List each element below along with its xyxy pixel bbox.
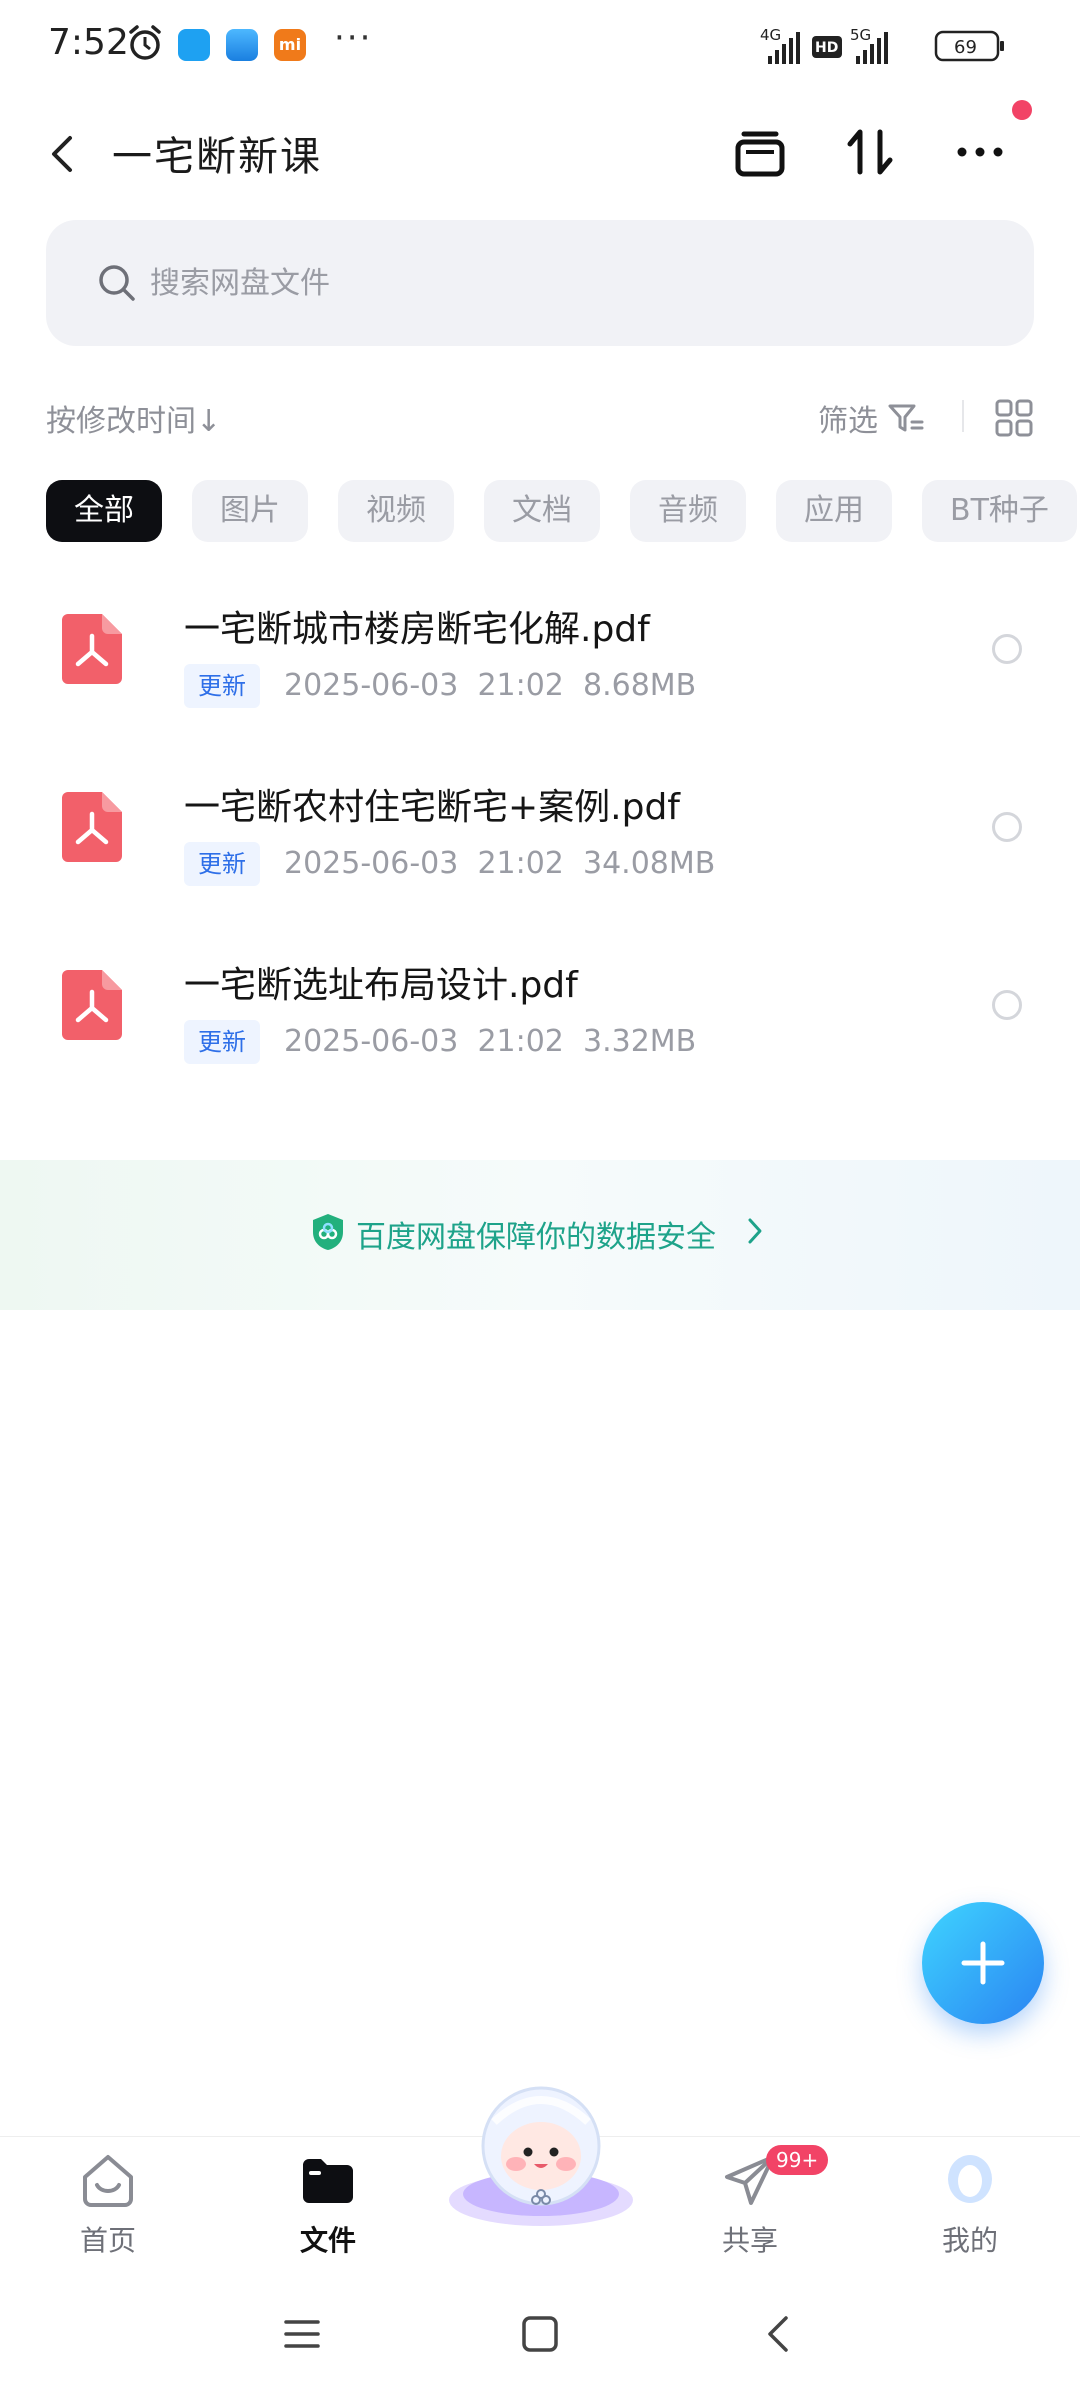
chip-documents[interactable]: 文档 xyxy=(484,480,600,542)
status-bar: 7:52 mi ··· 4G HD 5G 69 xyxy=(0,0,1080,92)
pdf-file-icon xyxy=(62,970,122,1040)
hd-label: HD xyxy=(815,40,838,56)
top-app-bar: 一宅断新课 xyxy=(0,92,1080,216)
folder-icon xyxy=(303,2159,353,2203)
grid-view-icon[interactable] xyxy=(994,398,1034,438)
chip-images[interactable]: 图片 xyxy=(192,480,308,542)
pdf-file-icon xyxy=(62,614,122,684)
chip-bt-seeds[interactable]: BT种子 xyxy=(922,480,1077,542)
chip-videos[interactable]: 视频 xyxy=(338,480,454,542)
update-badge: 更新 xyxy=(184,664,260,708)
file-list-item[interactable]: 一宅断农村住宅断宅+案例.pdf 更新 2025-06-03 21:02 34.… xyxy=(0,750,1080,928)
chip-audio[interactable]: 音频 xyxy=(630,480,746,542)
security-banner[interactable]: 百度网盘保障你的数据安全 xyxy=(0,1160,1080,1310)
search-icon xyxy=(99,265,135,301)
chip-apps[interactable]: 应用 xyxy=(776,480,892,542)
update-badge: 更新 xyxy=(184,842,260,886)
filter-icon[interactable] xyxy=(886,398,926,438)
status-time: 7:52 xyxy=(48,22,129,63)
file-list-item[interactable]: 一宅断选址布局设计.pdf 更新 2025-06-03 21:02 3.32MB xyxy=(0,928,1080,1106)
select-radio[interactable] xyxy=(992,812,1022,842)
home-icon xyxy=(83,2155,133,2207)
file-size: 34.08MB xyxy=(582,846,716,881)
notification-weather-icon xyxy=(226,29,258,61)
share-count-badge: 99+ xyxy=(766,2145,829,2175)
chevron-right-icon xyxy=(748,1218,762,1244)
category-filter-chips: 全部 图片 视频 文档 音频 应用 BT种子 xyxy=(46,480,1080,546)
back-triangle-icon[interactable] xyxy=(756,2312,800,2356)
select-radio[interactable] xyxy=(992,634,1022,664)
system-navigation-bar xyxy=(0,2272,1080,2400)
update-badge: 更新 xyxy=(184,1020,260,1064)
notification-more-icon: ··· xyxy=(334,18,373,58)
notification-app-icon xyxy=(178,29,210,61)
network-4g-label: 4G xyxy=(760,26,781,44)
shield-icon xyxy=(313,1214,343,1250)
security-text: 百度网盘保障你的数据安全 xyxy=(356,1220,716,1255)
file-date: 2025-06-03 xyxy=(284,668,459,703)
page-title: 一宅断新课 xyxy=(112,134,322,180)
back-arrow-icon[interactable] xyxy=(46,132,78,176)
home-square-icon[interactable] xyxy=(518,2312,562,2356)
menu-icon[interactable] xyxy=(280,2312,324,2356)
notification-mi-icon: mi xyxy=(274,29,306,61)
file-list-item[interactable]: 一宅断城市楼房断宅化解.pdf 更新 2025-06-03 21:02 8.68… xyxy=(0,572,1080,750)
pdf-file-icon xyxy=(62,792,122,862)
chip-all[interactable]: 全部 xyxy=(46,480,162,542)
nav-files-label: 文件 xyxy=(299,2224,356,2257)
file-date: 2025-06-03 xyxy=(284,846,459,881)
archive-icon[interactable] xyxy=(728,120,792,184)
file-meta: 2025-06-03 21:02 8.68MB xyxy=(284,664,696,708)
nav-share-label: 共享 xyxy=(721,2224,778,2257)
more-options-icon[interactable] xyxy=(948,120,1012,184)
battery-level: 69 xyxy=(954,37,977,58)
file-time: 21:02 xyxy=(477,846,564,881)
nav-me-label: 我的 xyxy=(941,2224,998,2257)
signal-battery-indicators: 4G HD 5G 69 xyxy=(760,26,1004,64)
nav-home[interactable]: 首页 xyxy=(38,2151,178,2271)
file-size: 8.68MB xyxy=(582,668,697,703)
file-meta: 2025-06-03 21:02 3.32MB xyxy=(284,1020,696,1064)
notification-dot xyxy=(1012,100,1032,120)
plus-icon xyxy=(961,1941,1005,1985)
filter-button[interactable]: 筛选 xyxy=(818,396,878,440)
sort-by-modified-button[interactable]: 按修改时间↓ xyxy=(46,396,221,440)
add-button[interactable] xyxy=(922,1902,1044,2024)
file-name: 一宅断选址布局设计.pdf xyxy=(184,965,578,1006)
file-name: 一宅断城市楼房断宅化解.pdf xyxy=(184,609,650,650)
sort-label: 按修改时间 xyxy=(46,404,196,439)
file-time: 21:02 xyxy=(477,1024,564,1059)
nav-share[interactable]: 共享 99+ xyxy=(680,2145,829,2271)
file-name: 一宅断农村住宅断宅+案例.pdf xyxy=(184,787,680,828)
mascot-assistant-icon[interactable] xyxy=(444,2082,638,2232)
profile-icon xyxy=(948,2155,992,2203)
sort-direction-icon: ↓ xyxy=(196,404,222,439)
network-5g-label: 5G xyxy=(850,26,871,44)
select-radio[interactable] xyxy=(992,990,1022,1020)
search-input[interactable] xyxy=(150,220,950,346)
nav-me[interactable]: 我的 xyxy=(900,2151,1040,2271)
nav-files[interactable]: 文件 xyxy=(258,2151,398,2271)
transfer-sort-icon[interactable] xyxy=(838,120,902,184)
toolbar-divider xyxy=(962,400,964,432)
file-size: 3.32MB xyxy=(582,1024,697,1059)
search-bar[interactable] xyxy=(46,220,1034,346)
file-time: 21:02 xyxy=(477,668,564,703)
nav-home-label: 首页 xyxy=(79,2224,136,2257)
alarm-icon xyxy=(129,25,161,60)
file-date: 2025-06-03 xyxy=(284,1024,459,1059)
file-meta: 2025-06-03 21:02 34.08MB xyxy=(284,842,715,886)
